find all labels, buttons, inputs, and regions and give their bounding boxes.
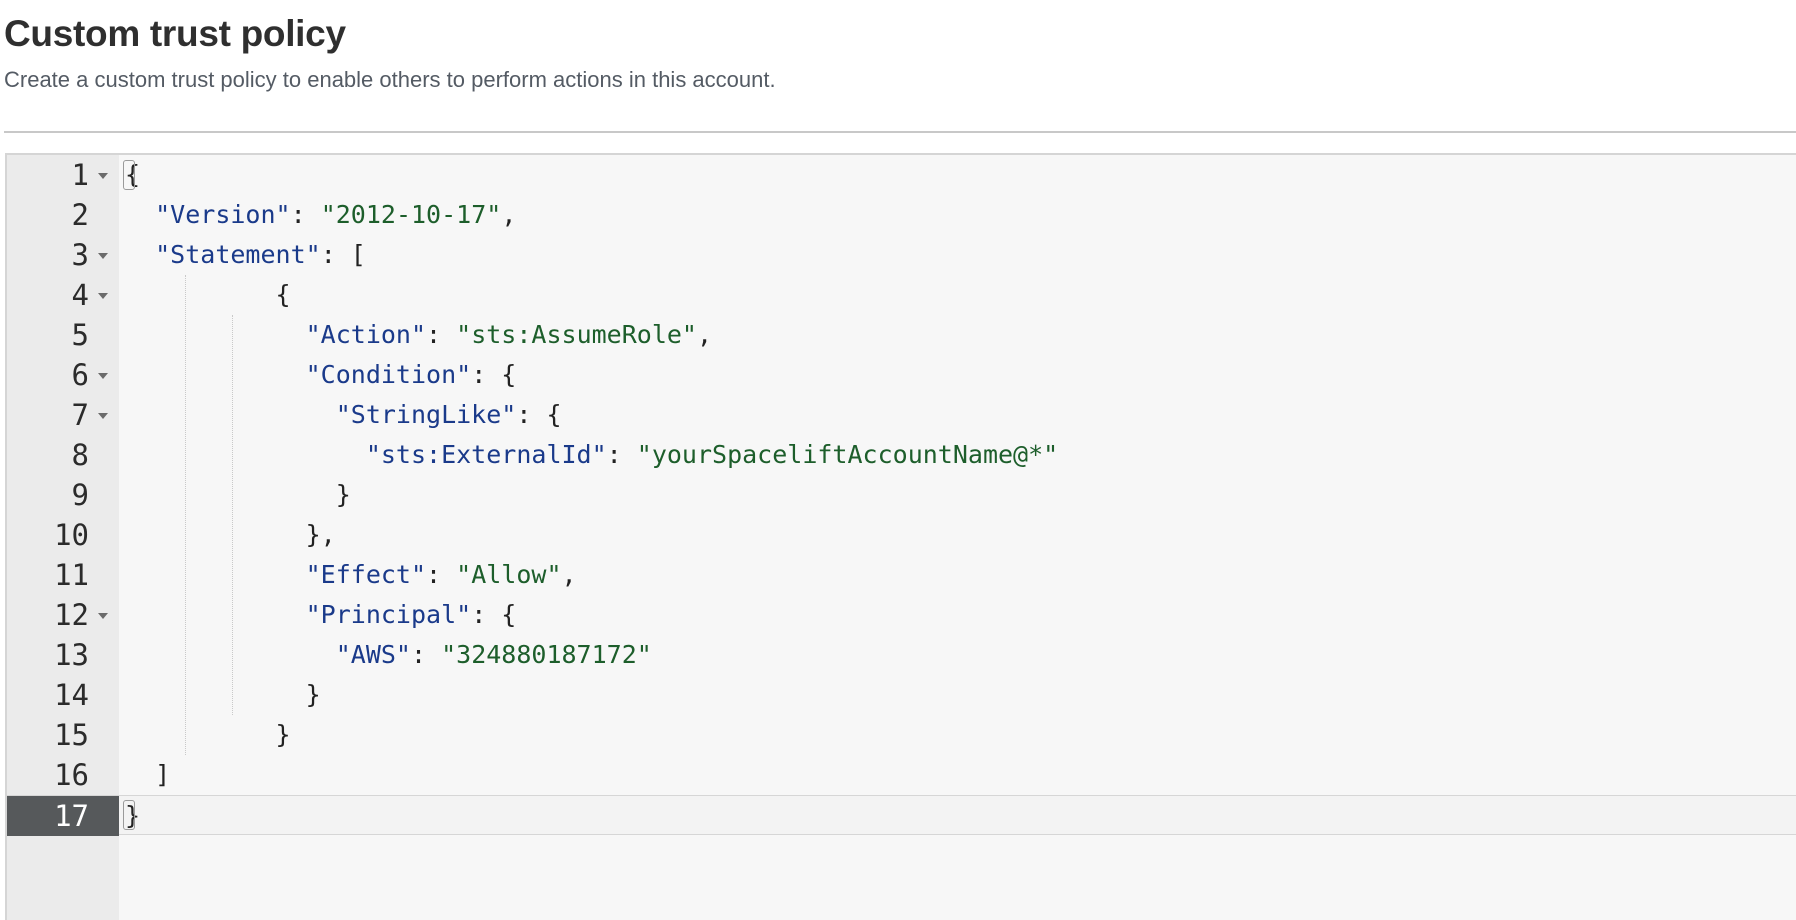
line-number: 1 (71, 158, 89, 192)
fold-caret-icon[interactable] (98, 373, 108, 379)
code-line[interactable]: 13 "AWS": "324880187172" (7, 635, 1796, 675)
page-subtitle: Create a custom trust policy to enable o… (4, 67, 776, 92)
line-number-cell: 17 (7, 796, 119, 836)
line-number: 16 (54, 758, 89, 792)
code-line[interactable]: 4 { (7, 275, 1796, 315)
fold-caret-icon[interactable] (98, 173, 108, 179)
line-number-cell: 15 (7, 715, 119, 755)
line-number: 8 (71, 438, 89, 472)
code-text: "Effect": "Allow", (305, 560, 577, 589)
code-line[interactable]: 15 } (7, 715, 1796, 755)
indent-guide (232, 315, 234, 715)
code-line[interactable]: 16 ] (7, 755, 1796, 795)
line-number: 11 (54, 558, 89, 592)
code-line[interactable]: 8 "sts:ExternalId": "yourSpaceliftAccoun… (7, 435, 1796, 475)
code-text: ] (125, 760, 171, 789)
code-line[interactable]: 11 "Effect": "Allow", (7, 555, 1796, 595)
line-number: 2 (71, 198, 89, 232)
code-text: { (125, 280, 291, 309)
fold-caret-icon[interactable] (98, 413, 108, 419)
code-text: } (125, 720, 291, 749)
fold-caret-icon[interactable] (98, 293, 108, 299)
line-number-cell: 8 (7, 435, 119, 475)
line-number-cell: 1 (7, 155, 119, 195)
code-text: "Action": "sts:AssumeRole", (305, 320, 713, 349)
line-number-cell: 5 (7, 315, 119, 355)
code-text: "AWS": "324880187172" (335, 640, 652, 669)
code-line-active[interactable]: 17} (7, 795, 1796, 836)
line-number: 6 (71, 358, 89, 392)
code-text: "sts:ExternalId": "yourSpaceliftAccountN… (365, 440, 1059, 469)
line-number-cell: 9 (7, 475, 119, 515)
code-line[interactable]: 12 "Principal": { (7, 595, 1796, 635)
line-number: 12 (54, 598, 89, 632)
code-text: }, (125, 520, 336, 549)
code-line[interactable]: 9 } (7, 475, 1796, 515)
code-line[interactable]: 14 } (7, 675, 1796, 715)
fold-caret-icon[interactable] (98, 253, 108, 259)
line-number: 13 (54, 638, 89, 672)
code-line[interactable]: 3 "Statement": [ (7, 235, 1796, 275)
line-number: 3 (71, 238, 89, 272)
bracket-match-highlight (123, 800, 135, 830)
line-number-cell: 16 (7, 755, 119, 795)
fold-caret-icon[interactable] (98, 613, 108, 619)
code-line[interactable]: 6 "Condition": { (7, 355, 1796, 395)
line-number-cell: 12 (7, 595, 119, 635)
code-line[interactable]: 10 }, (7, 515, 1796, 555)
code-text: "Statement": [ (155, 240, 366, 269)
line-number-cell: 6 (7, 355, 119, 395)
code-text: } (125, 480, 351, 509)
line-number: 9 (71, 478, 89, 512)
line-number: 5 (71, 318, 89, 352)
line-number-cell: 14 (7, 675, 119, 715)
indent-guide (185, 275, 187, 755)
code-line[interactable]: 2 "Version": "2012-10-17", (7, 195, 1796, 235)
line-number: 14 (54, 678, 89, 712)
line-number: 7 (71, 398, 89, 432)
code-line[interactable]: 1{ (7, 155, 1796, 195)
line-number-cell: 4 (7, 275, 119, 315)
code-text: "Condition": { (305, 360, 517, 389)
code-text: "Principal": { (305, 600, 517, 629)
section-divider (4, 131, 1796, 133)
policy-code-editor[interactable]: 1{2 "Version": "2012-10-17", 3 "Statement… (5, 153, 1796, 920)
code-line[interactable]: 7 "StringLike": { (7, 395, 1796, 435)
code-text: "Version": "2012-10-17", (155, 200, 517, 229)
line-number: 15 (54, 718, 89, 752)
line-number-cell: 7 (7, 395, 119, 435)
line-number-cell: 2 (7, 195, 119, 235)
code-text: } (125, 680, 321, 709)
bracket-match-highlight (123, 160, 135, 190)
line-number-cell: 11 (7, 555, 119, 595)
line-number-cell: 3 (7, 235, 119, 275)
page-title: Custom trust policy (4, 13, 346, 54)
line-number-cell: 13 (7, 635, 119, 675)
code-text: "StringLike": { (335, 400, 562, 429)
line-number-cell: 10 (7, 515, 119, 555)
line-number: 4 (71, 278, 89, 312)
line-number: 17 (54, 799, 89, 833)
line-number: 10 (54, 518, 89, 552)
code-line[interactable]: 5 "Action": "sts:AssumeRole", (7, 315, 1796, 355)
